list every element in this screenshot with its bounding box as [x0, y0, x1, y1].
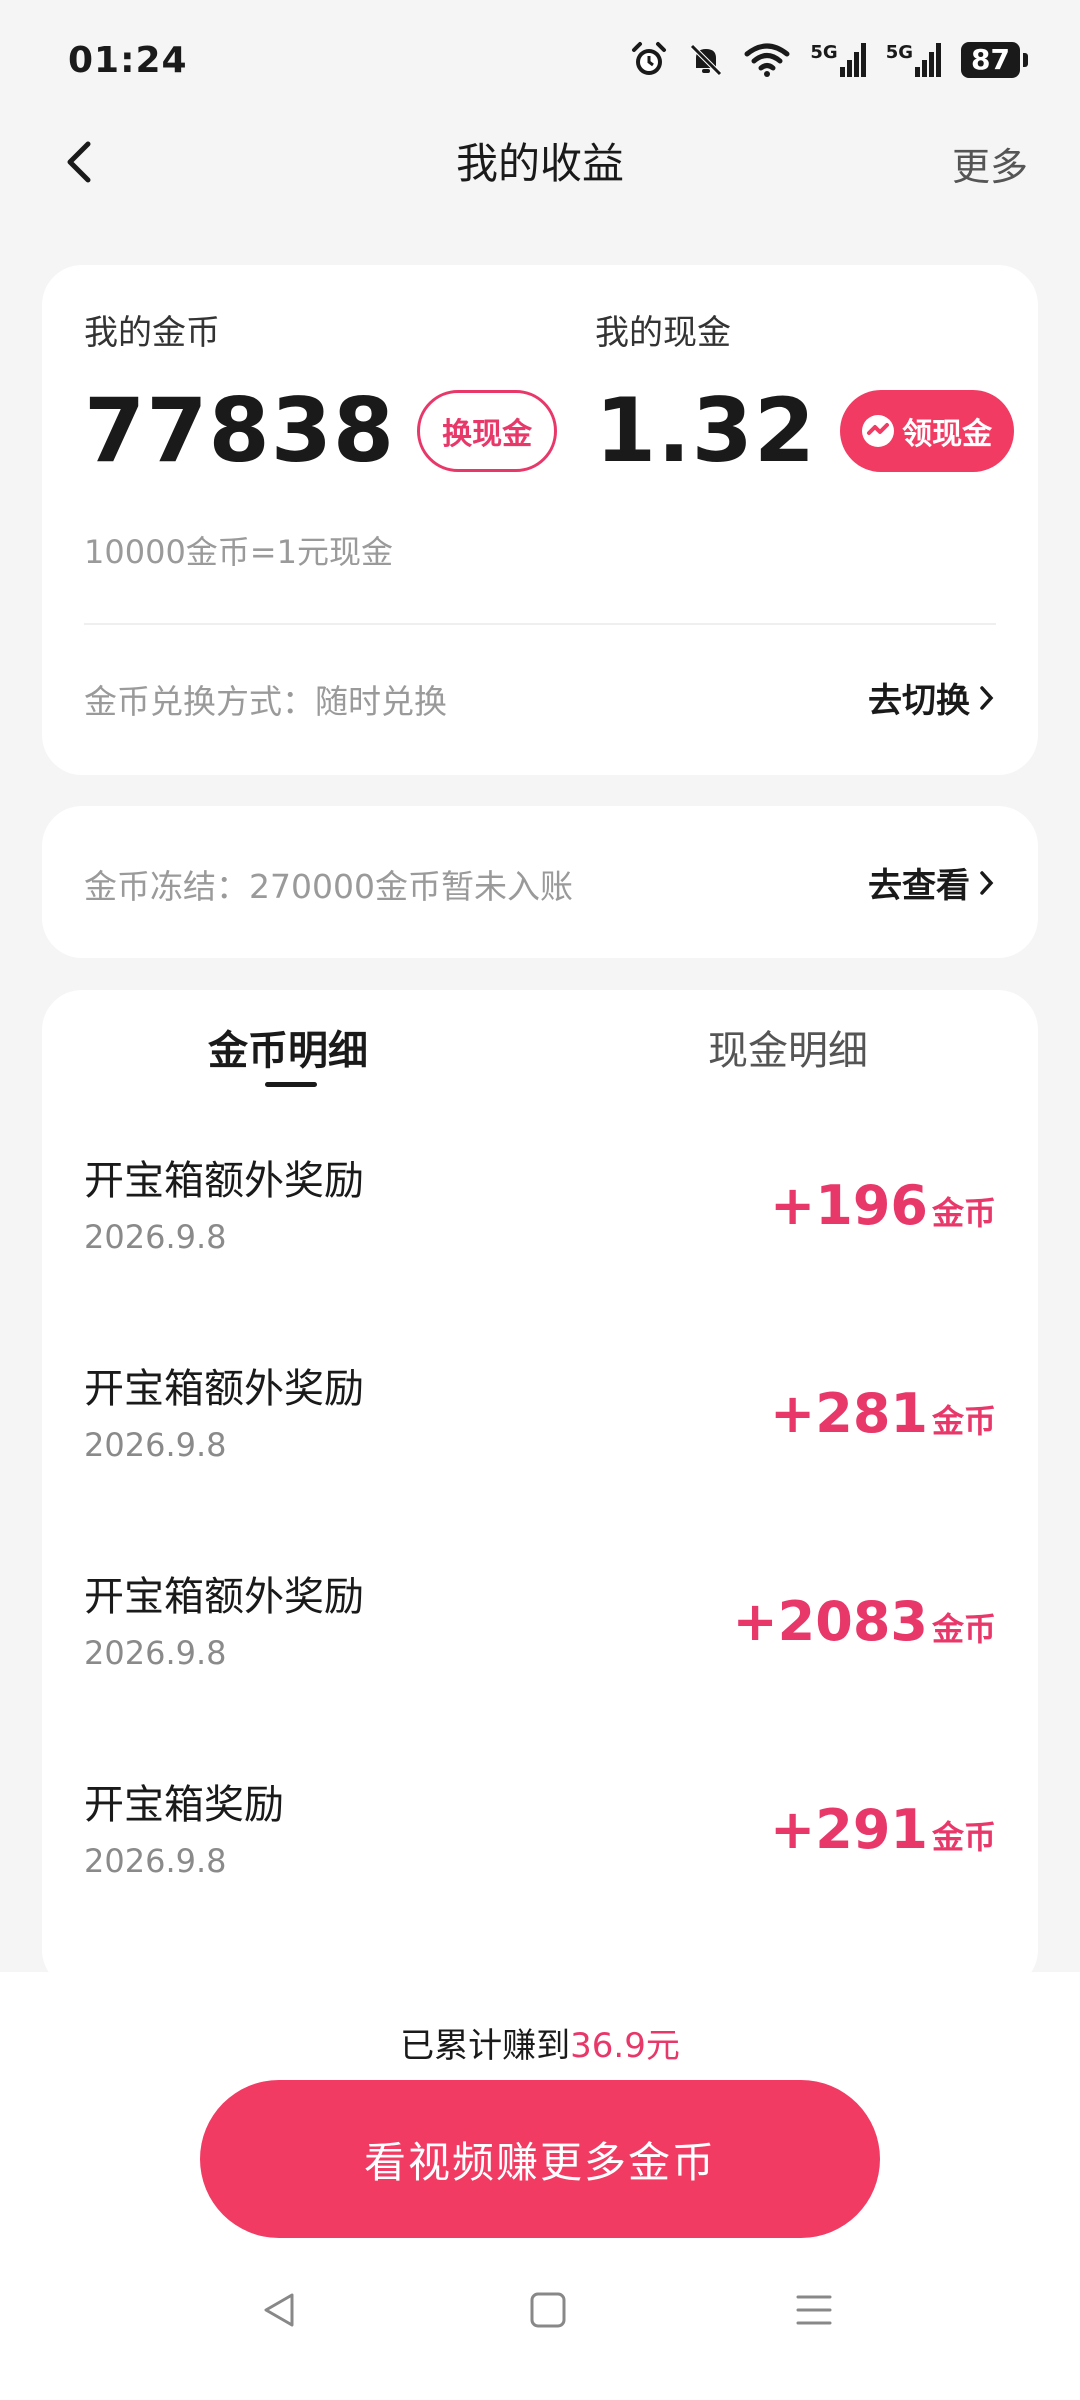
cell-signal-1-icon: 5G [810, 42, 866, 77]
tab-underline [265, 1082, 317, 1087]
total-earned-prefix: 已累计赚到 [400, 2026, 571, 2066]
signal-label: 5G [885, 42, 914, 63]
record-amount-value: +196 [770, 1174, 928, 1237]
cash-section: 我的现金 [595, 305, 731, 354]
wallet-card: 我的金币 77838 换现金 我的现金 1.32 领现金 10000金币=1元现… [42, 265, 1038, 775]
chevron-right-icon [980, 870, 994, 895]
record-amount-value: +281 [770, 1382, 928, 1445]
system-nav-bar [0, 2260, 1080, 2370]
total-earned: 已累计赚到36.9元 [0, 2018, 1080, 2067]
coins-value: 77838 [84, 379, 396, 482]
system-home-icon[interactable] [518, 2280, 578, 2340]
system-menu-icon[interactable] [784, 2280, 844, 2340]
frozen-info: 金币冻结：270000金币暂未入账 [84, 860, 573, 908]
record-amount: +291 金币 [770, 1798, 996, 1861]
switch-method-link[interactable]: 去切换 [868, 673, 996, 722]
exchange-cash-button[interactable]: 换现金 [417, 389, 558, 472]
coins-row: 77838 换现金 [84, 379, 558, 482]
tab-coin-details[interactable]: 金币明细 [208, 1018, 368, 1076]
page-title: 我的收益 [455, 138, 624, 188]
frozen-text: 金币冻结：270000金币暂未入账 [84, 867, 573, 906]
more-button[interactable]: 更多 [952, 136, 1028, 191]
list-item[interactable]: 开宝箱额外奖励 2026.9.8 +281 金币 [42, 1338, 1038, 1546]
record-title: 开宝箱额外奖励 [84, 1366, 364, 1412]
details-card: 金币明细 现金明细 开宝箱额外奖励 2026.9.8 +196 金币 开宝箱额外… [42, 990, 1038, 1990]
record-amount: +196 金币 [770, 1174, 996, 1237]
back-icon[interactable] [52, 134, 108, 190]
nav-bar: 我的收益 更多 [0, 120, 1080, 200]
watch-video-button[interactable]: 看视频赚更多金币 [200, 2080, 880, 2238]
exchange-method: 金币兑换方式：随时兑换 [84, 675, 447, 723]
claim-cash-button[interactable]: 领现金 [840, 389, 1015, 472]
record-title: 开宝箱额外奖励 [84, 1158, 364, 1204]
battery-indicator: 87 [961, 42, 1028, 78]
view-frozen-label: 去查看 [868, 866, 970, 906]
mute-bell-icon [688, 42, 724, 78]
exchange-rate-text: 10000金币=1元现金 [84, 533, 393, 571]
record-date: 2026.9.8 [84, 1634, 227, 1672]
coins-label: 我的金币 [84, 313, 220, 353]
record-date: 2026.9.8 [84, 1842, 227, 1880]
signal-label: 5G [810, 42, 838, 63]
record-amount-unit: 金币 [931, 1402, 996, 1440]
record-date: 2026.9.8 [84, 1218, 227, 1256]
chevron-right-icon [980, 685, 994, 710]
record-amount-unit: 金币 [931, 1194, 996, 1232]
list-item[interactable]: 开宝箱额外奖励 2026.9.8 +196 金币 [42, 1130, 1038, 1338]
record-title: 开宝箱奖励 [84, 1782, 284, 1828]
tab-cash-details[interactable]: 现金明细 [708, 1018, 868, 1076]
view-frozen-link[interactable]: 去查看 [868, 858, 996, 907]
chat-bubble-icon [862, 414, 895, 447]
record-amount-value: +291 [770, 1798, 928, 1861]
record-amount-value: +2083 [732, 1590, 928, 1653]
record-date: 2026.9.8 [84, 1426, 227, 1464]
record-amount: +281 金币 [770, 1382, 996, 1445]
alarm-icon [630, 41, 668, 79]
switch-method-label: 去切换 [868, 681, 970, 721]
details-tabs: 金币明细 现金明细 [42, 990, 1038, 1110]
list-item[interactable]: 开宝箱奖励 2026.9.8 +291 金币 [42, 1754, 1038, 1962]
coins-section: 我的金币 [84, 305, 220, 354]
claim-cash-label: 领现金 [902, 416, 993, 452]
status-icons: 5G 5G 87 [630, 41, 1028, 79]
status-time: 01:24 [68, 39, 188, 81]
exchange-method-text: 金币兑换方式：随时兑换 [84, 682, 447, 721]
divider [84, 623, 996, 625]
total-earned-value: 36.9元 [570, 2026, 680, 2066]
record-amount-unit: 金币 [931, 1818, 996, 1856]
list-item[interactable]: 开宝箱额外奖励 2026.9.8 +2083 金币 [42, 1546, 1038, 1754]
cell-signal-2-icon: 5G [885, 42, 942, 77]
record-amount-unit: 金币 [931, 1610, 996, 1648]
cash-value: 1.32 [595, 379, 817, 482]
wifi-icon [744, 42, 790, 78]
bottom-panel: 已累计赚到36.9元 看视频赚更多金币 [0, 1972, 1080, 2400]
record-title: 开宝箱额外奖励 [84, 1574, 364, 1620]
frozen-coins-card: 金币冻结：270000金币暂未入账 去查看 [42, 806, 1038, 958]
system-back-icon[interactable] [250, 2280, 310, 2340]
cash-label: 我的现金 [595, 313, 731, 353]
cash-row: 1.32 领现金 [595, 379, 1015, 482]
status-bar: 01:24 5G 5G 87 [0, 0, 1080, 120]
record-amount: +2083 金币 [732, 1590, 996, 1653]
